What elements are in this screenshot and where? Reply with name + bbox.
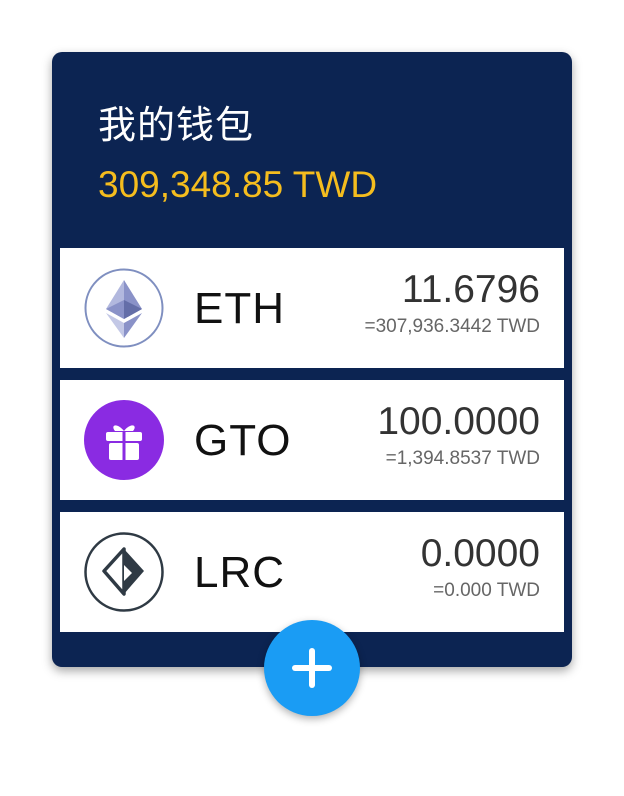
coin-symbol: GTO [194,416,292,465]
ethereum-icon [84,268,164,348]
loopring-icon [84,532,164,612]
coin-row-gto[interactable]: GTO 100.0000 =1,394.8537 TWD [60,380,564,500]
wallet-title: 我的钱包 [98,103,255,147]
coin-amount: 11.6796 [401,268,540,311]
coin-amount: 0.0000 [420,532,540,575]
coin-fiat-value: =1,394.8537 TWD [385,448,540,469]
coin-symbol: LRC [194,548,286,597]
coin-fiat-value: =307,936.3442 TWD [364,316,540,337]
gift-icon [84,400,164,480]
wallet-total-balance: 309,348.85 TWD [98,164,378,205]
coin-amount: 100.0000 [377,400,540,443]
coin-row-eth[interactable]: ETH 11.6796 =307,936.3442 TWD [60,248,564,368]
coin-symbol: ETH [194,284,285,333]
wallet-card: 我的钱包 309,348.85 TWD ETH 11.6796 =307,936… [52,52,572,667]
coin-fiat-value: =0.000 TWD [433,580,540,601]
add-coin-button[interactable] [264,620,360,716]
coin-row-lrc[interactable]: LRC 0.0000 =0.000 TWD [60,512,564,632]
